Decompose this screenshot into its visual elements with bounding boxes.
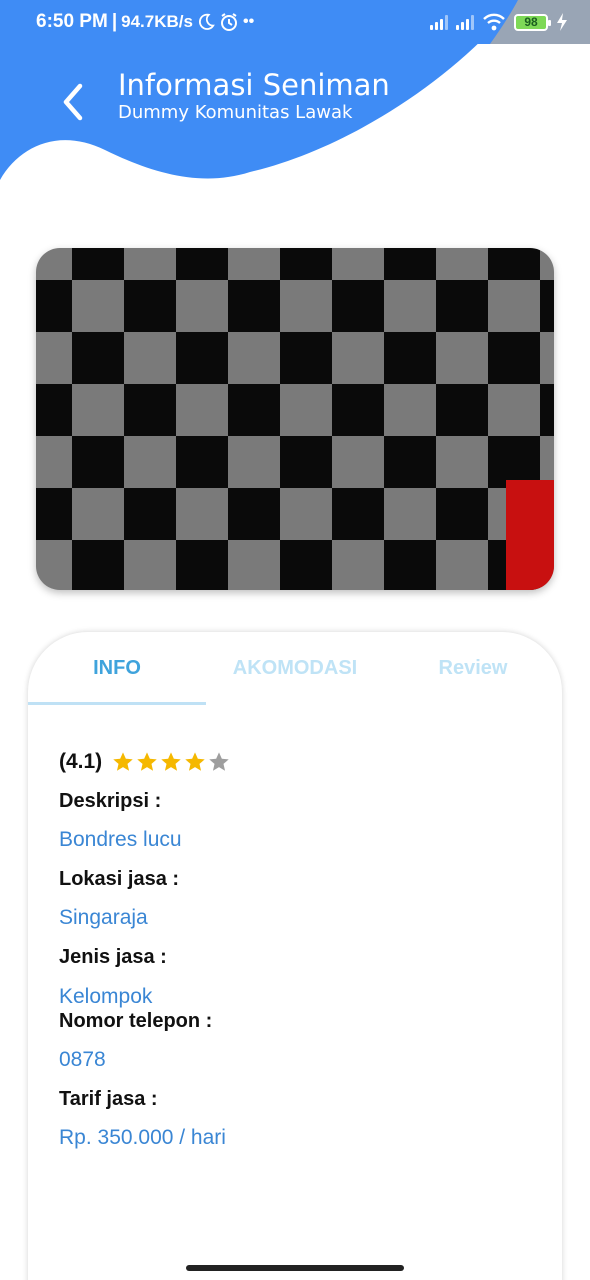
alarm-icon: [220, 13, 237, 31]
service-type-label: Jenis jasa :: [59, 946, 167, 968]
location-value: Singaraja: [59, 906, 148, 929]
network-speed: 94.7KB/s: [121, 12, 193, 31]
page-subtitle: Dummy Komunitas Lawak: [118, 102, 353, 123]
info-card: INFO AKOMODASI Review (4.1) Deskripsi : …: [28, 632, 562, 1280]
star-filled-icon: [113, 752, 133, 771]
rating-stars: [112, 751, 230, 773]
signal-icon: [430, 14, 448, 30]
service-type-value: Kelompok: [59, 985, 153, 1008]
moon-icon: [198, 13, 215, 30]
star-filled-icon: [185, 752, 205, 771]
status-bar: 6:50 PM | 94.7KB/s •• 98: [0, 0, 590, 44]
star-empty-icon: [209, 752, 229, 771]
back-arrow-icon[interactable]: [58, 82, 88, 122]
rate-label: Tarif jasa :: [59, 1088, 158, 1110]
rate-value: Rp. 350.000 / hari: [59, 1126, 226, 1149]
photo-red-block: [506, 480, 554, 590]
tab-info[interactable]: INFO: [28, 632, 206, 704]
page-title: Informasi Seniman: [118, 68, 390, 102]
phone-value: 0878: [59, 1048, 106, 1071]
status-time: 6:50 PM: [36, 11, 108, 32]
signal-icon: [456, 14, 474, 30]
artist-photo: [36, 248, 554, 590]
tab-review[interactable]: Review: [384, 632, 562, 704]
status-separator: |: [111, 11, 118, 32]
wifi-icon: [483, 13, 505, 31]
phone-label: Nomor telepon :: [59, 1010, 213, 1032]
battery-level: 98: [524, 15, 538, 29]
more-notifications-icon: ••: [242, 13, 255, 30]
charging-icon: [557, 13, 567, 31]
home-indicator[interactable]: [186, 1265, 404, 1271]
rating-value: (4.1): [59, 750, 103, 773]
description-value: Bondres lucu: [59, 828, 182, 851]
tab-bar: INFO AKOMODASI Review: [28, 632, 562, 704]
star-filled-icon: [161, 752, 181, 771]
battery-icon: 98: [514, 13, 551, 31]
location-label: Lokasi jasa :: [59, 868, 180, 890]
rating-row: (4.1): [59, 750, 230, 774]
description-label: Deskripsi :: [59, 790, 162, 812]
star-filled-icon: [137, 752, 157, 771]
tab-akomodasi[interactable]: AKOMODASI: [206, 632, 384, 704]
active-tab-indicator: [28, 702, 206, 705]
